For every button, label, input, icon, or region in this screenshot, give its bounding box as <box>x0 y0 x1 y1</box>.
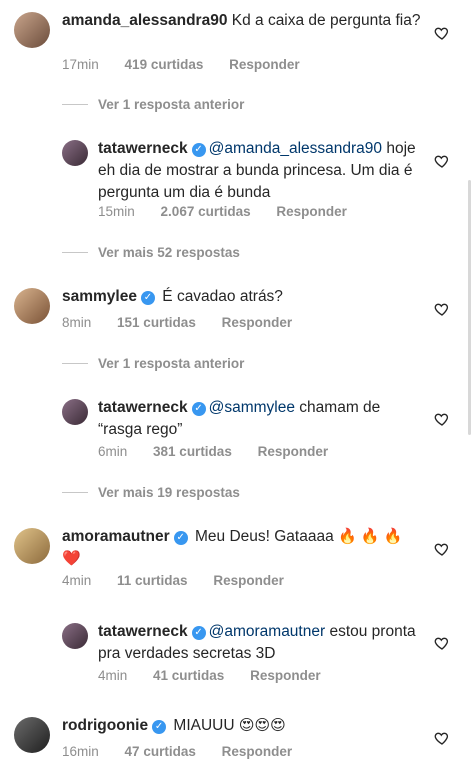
verified-badge-icon: ✓ <box>152 720 167 734</box>
reply-button[interactable]: Responder <box>276 204 347 219</box>
avatar[interactable] <box>62 399 88 425</box>
verified-badge-icon: ✓ <box>191 626 206 640</box>
avatar[interactable] <box>14 717 50 753</box>
heart-icon[interactable] <box>434 635 450 651</box>
timestamp: 17min <box>62 57 99 72</box>
likes-count[interactable]: 2.067 curtidas <box>161 204 251 219</box>
username[interactable]: rodrigoonie <box>62 717 148 734</box>
likes-count[interactable]: 381 curtidas <box>153 444 232 459</box>
likes-count[interactable]: 11 curtidas <box>117 573 188 588</box>
view-more-replies[interactable]: Ver mais 52 respostas <box>62 245 240 260</box>
heart-icon[interactable] <box>434 25 450 41</box>
mention-link[interactable]: @sammylee <box>209 399 295 416</box>
reply-button[interactable]: Responder <box>222 744 293 759</box>
view-more-replies[interactable]: Ver mais 19 respostas <box>62 485 240 500</box>
verified-badge-icon: ✓ <box>191 143 206 157</box>
verified-badge-icon: ✓ <box>191 402 206 416</box>
heart-icon[interactable] <box>434 730 450 746</box>
timestamp: 16min <box>62 744 99 759</box>
reply-button[interactable]: Responder <box>222 315 293 330</box>
reply-button[interactable]: Responder <box>250 668 321 683</box>
timestamp: 4min <box>62 573 92 588</box>
comment-text: Meu Deus! Gataaaa <box>195 528 334 545</box>
heart-icon[interactable] <box>434 301 450 317</box>
likes-count[interactable]: 41 curtidas <box>153 668 224 683</box>
heart-icon[interactable] <box>434 153 450 169</box>
username[interactable]: tatawerneck <box>98 623 188 640</box>
comment-text: Kd a caixa de pergunta fia? <box>231 12 421 29</box>
reply-button[interactable]: Responder <box>258 444 329 459</box>
avatar[interactable] <box>62 623 88 649</box>
timestamp: 15min <box>98 204 135 219</box>
mention-link[interactable]: @amanda_alessandra90 <box>209 140 382 157</box>
avatar[interactable] <box>14 12 50 48</box>
timestamp: 6min <box>98 444 128 459</box>
username[interactable]: amoramautner <box>62 528 170 545</box>
likes-count[interactable]: 47 curtidas <box>125 744 196 759</box>
heart-icon[interactable] <box>434 541 450 557</box>
verified-badge-icon: ✓ <box>140 291 155 305</box>
likes-count[interactable]: 151 curtidas <box>117 315 196 330</box>
avatar[interactable] <box>62 140 88 166</box>
username[interactable]: sammylee <box>62 288 137 305</box>
likes-count[interactable]: 419 curtidas <box>125 57 204 72</box>
scrollbar[interactable] <box>468 180 471 435</box>
verified-badge-icon: ✓ <box>173 531 188 545</box>
username[interactable]: tatawerneck <box>98 140 188 157</box>
view-previous-replies[interactable]: Ver 1 resposta anterior <box>62 356 244 371</box>
username[interactable]: amanda_alessandra90 <box>62 12 227 29</box>
timestamp: 8min <box>62 315 92 330</box>
mention-link[interactable]: @amoramautner <box>209 623 326 640</box>
timestamp: 4min <box>98 668 128 683</box>
comment-text: MIAUUU <box>173 717 235 734</box>
avatar[interactable] <box>14 288 50 324</box>
reply-button[interactable]: Responder <box>213 573 284 588</box>
comment-text: É cavadao atrás? <box>162 288 283 305</box>
heart-icon[interactable] <box>434 411 450 427</box>
emoji-heart-eyes: 😍😍😍 <box>238 717 286 734</box>
username[interactable]: tatawerneck <box>98 399 188 416</box>
reply-button[interactable]: Responder <box>229 57 300 72</box>
avatar[interactable] <box>14 528 50 564</box>
view-previous-replies[interactable]: Ver 1 resposta anterior <box>62 97 244 112</box>
